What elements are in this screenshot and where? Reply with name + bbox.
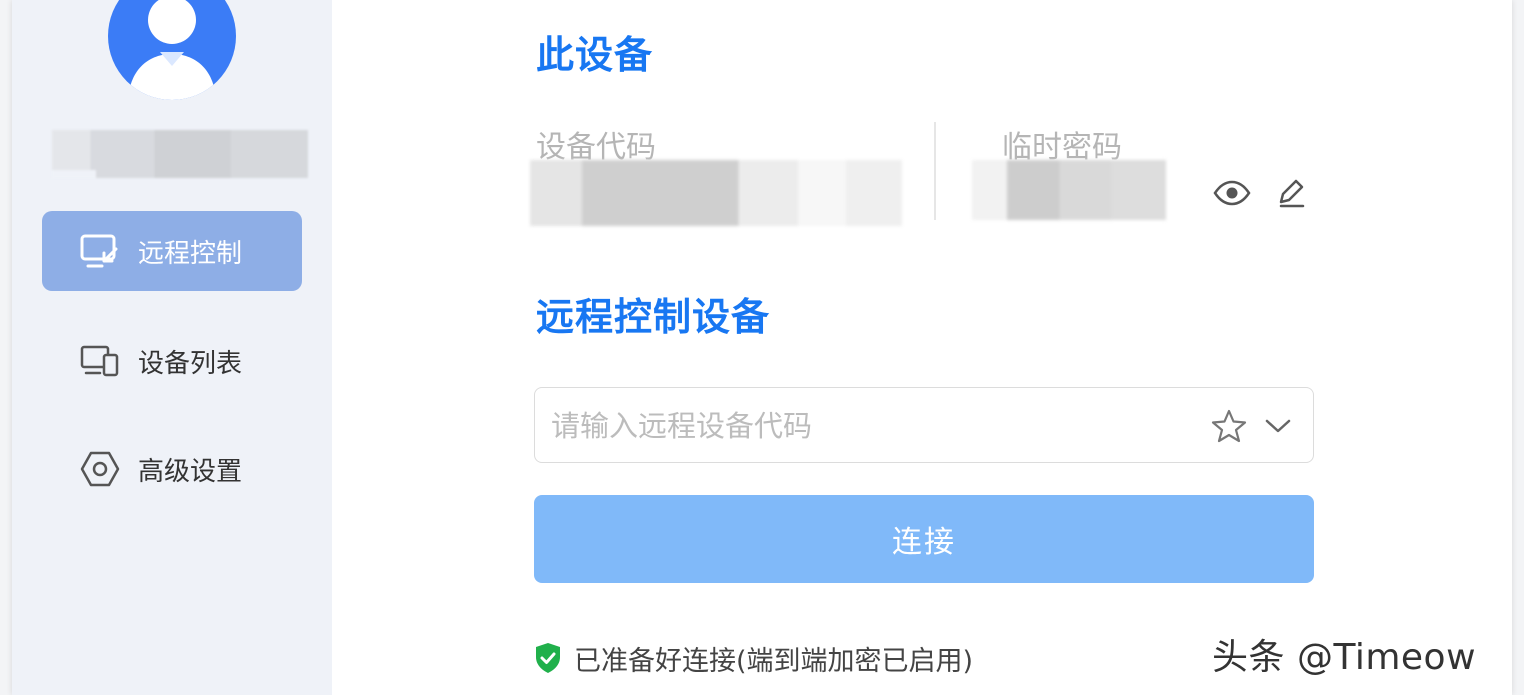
connection-status: 已准备好连接(端到端加密已启用): [534, 638, 973, 678]
eye-icon[interactable]: [1212, 174, 1252, 212]
sidebar: 远程控制 设备列表 高级设置: [12, 0, 332, 695]
star-favorite-icon[interactable]: [1209, 408, 1249, 444]
temp-password-redacted: [972, 160, 1166, 220]
chevron-down-icon[interactable]: [1261, 408, 1295, 444]
edit-pencil-icon[interactable]: [1274, 174, 1308, 212]
remote-code-field: [534, 387, 1314, 464]
user-silhouette-icon: [128, 0, 216, 100]
this-device-title: 此设备: [536, 33, 654, 77]
status-text: 已准备好连接(端到端加密已启用): [574, 645, 974, 677]
avatar[interactable]: [108, 0, 236, 100]
remote-control-icon: [80, 231, 120, 271]
sidebar-item-advanced-settings[interactable]: 高级设置: [42, 429, 302, 509]
device-code-redacted: [530, 160, 902, 226]
shield-check-icon: [534, 642, 562, 674]
remote-control-title: 远程控制设备: [536, 295, 771, 339]
settings-hexagon-icon: [80, 449, 120, 489]
remote-code-input[interactable]: [549, 388, 1193, 464]
device-list-icon: [80, 341, 120, 381]
vertical-divider: [934, 122, 936, 220]
sidebar-item-label: 远程控制: [138, 238, 243, 269]
main-content: 此设备 设备代码 临时密码 远程控制设备 请输入远程设备代码 连接 已准备好连接…: [332, 0, 1512, 695]
connect-button[interactable]: 连接: [534, 495, 1314, 583]
sidebar-item-label: 设备列表: [138, 348, 243, 379]
username-redacted: [52, 130, 308, 178]
sidebar-item-label: 高级设置: [138, 456, 243, 487]
app-window: 远程控制 设备列表 高级设置 此设备 设备代码 临时密码 远程控制设备 请输入远…: [12, 0, 1512, 695]
watermark-text: 头条 @Timeow: [1212, 637, 1477, 678]
sidebar-item-remote-control[interactable]: 远程控制: [42, 211, 302, 291]
sidebar-item-device-list[interactable]: 设备列表: [42, 321, 302, 401]
